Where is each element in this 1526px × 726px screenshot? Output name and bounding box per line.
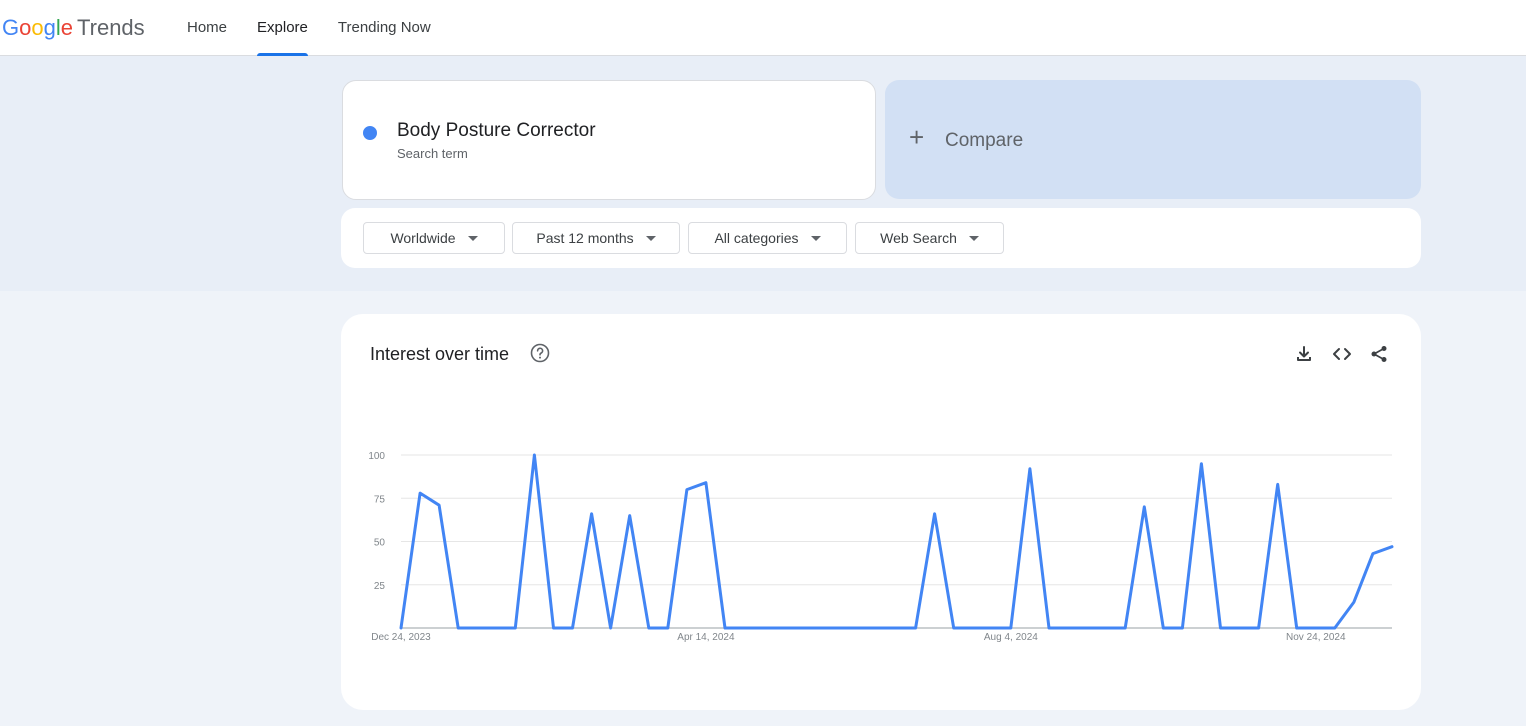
term-color-dot (363, 126, 377, 140)
time-range-value: Past 12 months (536, 230, 634, 246)
plus-icon: + (909, 122, 925, 152)
y-tick-label: 50 (374, 538, 386, 549)
y-tick-label: 25 (374, 581, 386, 592)
caret-down-icon (810, 235, 821, 241)
y-tick-label: 75 (374, 494, 386, 505)
top-bar: Google Trends Home Explore Trending Now (0, 0, 1526, 56)
tab-trending-now[interactable]: Trending Now (338, 0, 431, 55)
region-dropdown[interactable]: Worldwide (363, 222, 505, 254)
y-tick-label: 100 (368, 451, 385, 462)
tab-home[interactable]: Home (187, 0, 227, 55)
search-property-value: Web Search (880, 230, 957, 246)
main-nav: Home Explore Trending Now (187, 0, 461, 56)
caret-down-icon (645, 235, 656, 241)
compare-button[interactable]: + Compare (885, 80, 1421, 199)
x-tick-label: Dec 24, 2023 (371, 632, 431, 643)
caret-down-icon (467, 235, 478, 241)
search-term[interactable]: Body Posture Corrector (397, 120, 596, 142)
x-tick-label: Aug 4, 2024 (984, 632, 1038, 643)
category-dropdown[interactable]: All categories (688, 222, 847, 254)
tab-explore[interactable]: Explore (257, 0, 308, 56)
caret-down-icon (968, 235, 979, 241)
compare-label: Compare (945, 130, 1024, 151)
logo-product-name: Trends (77, 15, 145, 40)
x-tick-label: Nov 24, 2024 (1286, 632, 1346, 643)
category-value: All categories (714, 230, 799, 246)
interest-chart: 25 50 75 100 Dec 24, 2023 Apr 14, 2024 Aug 4, … (368, 451, 1394, 643)
search-term-type: Search term (397, 146, 468, 161)
time-range-dropdown[interactable]: Past 12 months (512, 222, 680, 254)
google-trends-logo[interactable]: Google Trends (2, 13, 145, 43)
filters-bar: Worldwide Past 12 months All categories … (341, 208, 1421, 268)
interest-over-time-panel: Interest over time 25 50 75 100 Dec 24, 2023… (341, 314, 1421, 710)
search-property-dropdown[interactable]: Web Search (855, 222, 1004, 254)
search-term-card[interactable]: Body Posture Corrector Search term (342, 80, 876, 200)
x-tick-label: Apr 14, 2024 (677, 632, 735, 643)
region-value: Worldwide (390, 230, 456, 246)
